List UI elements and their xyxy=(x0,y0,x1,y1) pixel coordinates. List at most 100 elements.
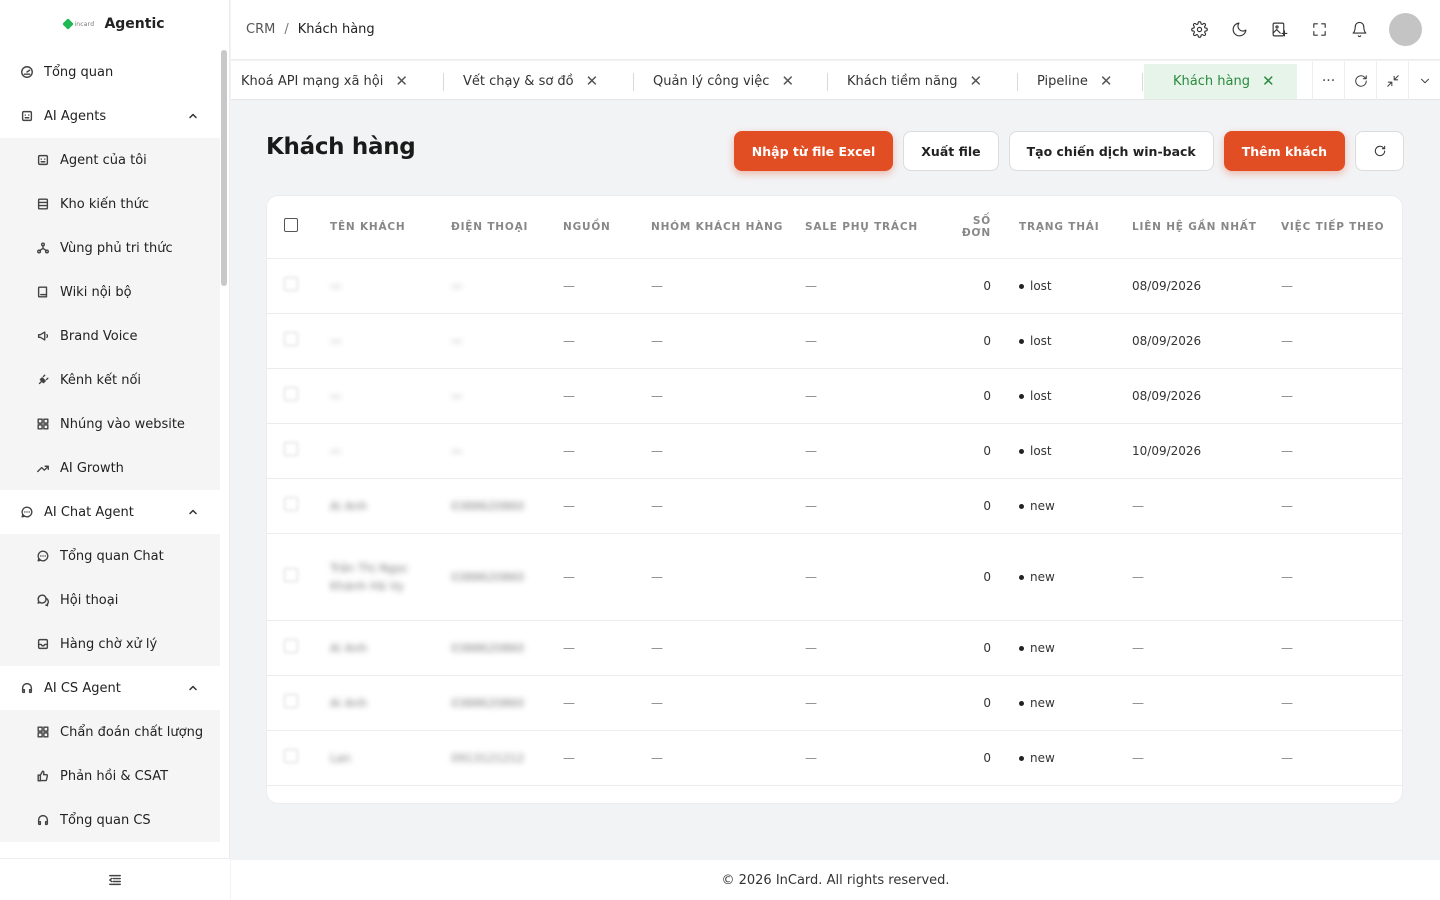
collapse-sidebar-button[interactable] xyxy=(0,858,230,900)
sidebar-group-ai-cs-agent[interactable]: AI CS Agent xyxy=(0,666,220,710)
sidebar-item-phan-hoi-csat[interactable]: Phản hồi & CSAT xyxy=(0,754,220,798)
import-excel-button[interactable]: Nhập từ file Excel xyxy=(733,131,894,171)
row-checkbox[interactable] xyxy=(284,568,298,582)
close-tab-icon[interactable]: ✕ xyxy=(395,74,408,89)
close-tab-icon[interactable]: ✕ xyxy=(1262,74,1275,89)
column-header[interactable]: Tên khách xyxy=(330,196,451,259)
sidebar-item-kho-kien-thuc[interactable]: Kho kiến thức xyxy=(0,182,220,226)
table-row[interactable]: Ai Anh 0388620860— — —0 new — — xyxy=(267,478,1402,534)
table-row[interactable]: — — — — —0 lost 08/09/2026— xyxy=(267,368,1402,424)
phone-cell: — xyxy=(451,423,563,479)
tab-0[interactable]: Khoá API mạng xã hội ✕ xyxy=(231,64,422,99)
last-contact-cell: — xyxy=(1132,730,1281,786)
sidebar-item-hoi-thoai[interactable]: Hội thoại xyxy=(0,578,220,622)
status-badge: lost xyxy=(1019,444,1052,458)
sidebar-item-label: AI Growth xyxy=(60,460,124,476)
column-header[interactable]: Việc tiếp theo xyxy=(1281,196,1402,259)
tab-3[interactable]: Khách tiềm năng ✕ xyxy=(837,64,996,99)
sidebar-item-tong-quan-chat[interactable]: Tổng quan Chat xyxy=(0,534,220,578)
sidebar-scrollbar[interactable] xyxy=(221,50,227,286)
column-header[interactable]: Liên hệ gần nhất xyxy=(1132,196,1281,259)
close-tab-icon[interactable]: ✕ xyxy=(586,74,599,89)
column-header[interactable]: Nhóm khách hàng xyxy=(651,196,805,259)
row-checkbox[interactable] xyxy=(284,277,298,291)
sidebar-item-agent-cua-toi[interactable]: Agent của tôi xyxy=(0,138,220,182)
row-checkbox[interactable] xyxy=(284,639,298,653)
customer-name-cell[interactable]: Ai Anh xyxy=(330,478,451,534)
sidebar-item-kenh-ket-noi[interactable]: Kênh kết nối xyxy=(0,358,220,402)
export-file-button[interactable]: Xuất file xyxy=(903,131,999,171)
next-task-cell: — xyxy=(1281,533,1402,621)
fullscreen-icon[interactable] xyxy=(1309,20,1329,40)
tab-label: Khách hàng xyxy=(1173,74,1250,89)
table-row[interactable]: Lan 0913121212— — —0 new — — xyxy=(267,730,1402,786)
row-checkbox[interactable] xyxy=(284,387,298,401)
table-row[interactable]: Ai Anh 0388620860— — —0 new — — xyxy=(267,620,1402,676)
collapse-tab-button[interactable] xyxy=(1376,61,1408,100)
chevron-up-icon[interactable] xyxy=(186,681,200,695)
sidebar-item-vung-phu-tri-thuc[interactable]: Vùng phủ tri thức xyxy=(0,226,220,270)
add-customer-button[interactable]: Thêm khách xyxy=(1223,131,1345,171)
settings-gear-icon[interactable] xyxy=(1189,20,1209,40)
column-header[interactable]: Nguồn xyxy=(563,196,651,259)
customer-name-cell[interactable]: Lan xyxy=(330,730,451,786)
table-row[interactable]: — — — — —0 lost 10/09/2026— xyxy=(267,423,1402,479)
notification-bell-icon[interactable] xyxy=(1349,20,1369,40)
sidebar-group-ai-chat-agent[interactable]: AI Chat Agent xyxy=(0,490,220,534)
customer-name-cell[interactable]: — xyxy=(330,368,451,424)
tab-1[interactable]: Vết chạy & sơ đồ ✕ xyxy=(453,64,612,99)
row-checkbox[interactable] xyxy=(284,332,298,346)
customer-name-cell[interactable]: — xyxy=(330,313,451,369)
customer-name-cell[interactable]: Ai Anh xyxy=(330,675,451,731)
sidebar-item-hang-cho-xu-ly[interactable]: Hàng chờ xử lý xyxy=(0,622,220,666)
reload-tab-button[interactable] xyxy=(1344,61,1376,100)
sidebar-item-wiki-noi-bo[interactable]: Wiki nội bộ xyxy=(0,270,220,314)
sidebar-item-chan-doan-chat-luong[interactable]: Chẩn đoán chất lượng xyxy=(0,710,220,754)
column-header[interactable]: Sale phụ trách xyxy=(805,196,942,259)
table-row[interactable]: — — — — —0 lost 08/09/2026— xyxy=(267,258,1402,314)
sidebar-item-label: Agent của tôi xyxy=(60,152,147,168)
add-image-icon[interactable] xyxy=(1269,20,1289,40)
sidebar-item-tong-quan-cs[interactable]: Tổng quan CS xyxy=(0,798,220,842)
close-tab-icon[interactable]: ✕ xyxy=(969,74,982,89)
row-checkbox[interactable] xyxy=(284,497,298,511)
column-header[interactable]: Trạng thái xyxy=(1019,196,1132,259)
sidebar-item-tong-quan[interactable]: Tổng quan xyxy=(0,50,220,94)
brand-logo: incard xyxy=(62,18,96,30)
brand[interactable]: incard Agentic xyxy=(0,0,229,48)
tab-label: Vết chạy & sơ đồ xyxy=(463,74,574,89)
chevron-up-icon[interactable] xyxy=(186,109,200,123)
tab-2[interactable]: Quản lý công việc ✕ xyxy=(643,64,808,99)
tab-5[interactable]: Khách hàng ✕ xyxy=(1144,64,1297,99)
refresh-button[interactable] xyxy=(1355,131,1404,171)
table-row[interactable]: — — — — —0 lost 08/09/2026— xyxy=(267,313,1402,369)
close-tab-icon[interactable]: ✕ xyxy=(1100,74,1113,89)
row-checkbox[interactable] xyxy=(284,694,298,708)
customer-name-cell[interactable]: Trần Thị Ngọc Khánh Hà Vy xyxy=(330,533,451,621)
table-row[interactable]: Trần Thị Ngọc Khánh Hà Vy 0388620860— — —0 n… xyxy=(267,533,1402,621)
table-row[interactable]: Ai Anh 0388620860— — —0 new — — xyxy=(267,675,1402,731)
create-winback-campaign-button[interactable]: Tạo chiến dịch win-back xyxy=(1008,131,1214,171)
select-all-checkbox[interactable] xyxy=(284,218,298,233)
row-checkbox[interactable] xyxy=(284,749,298,763)
column-header[interactable]: Số đơn xyxy=(942,196,1019,259)
tab-4[interactable]: Pipeline ✕ xyxy=(1027,64,1126,99)
user-avatar[interactable] xyxy=(1389,13,1422,46)
sidebar-item-nhung-vao-website[interactable]: Nhúng vào website xyxy=(0,402,220,446)
sidebar-item-brand-voice[interactable]: Brand Voice xyxy=(0,314,220,358)
source-cell: — xyxy=(563,258,651,314)
customer-name-cell[interactable]: — xyxy=(330,423,451,479)
breadcrumb-root[interactable]: CRM xyxy=(246,22,275,37)
close-tab-icon[interactable]: ✕ xyxy=(781,74,794,89)
order-count-cell: 0 xyxy=(942,368,1019,424)
customer-name-cell[interactable]: Ai Anh xyxy=(330,620,451,676)
sidebar-group-ai-agents[interactable]: AI Agents xyxy=(0,94,220,138)
tab-dropdown-button[interactable] xyxy=(1408,61,1440,100)
sidebar-item-ai-growth[interactable]: AI Growth xyxy=(0,446,220,490)
more-tabs-button[interactable]: ··· xyxy=(1312,61,1344,100)
customer-name-cell[interactable]: — xyxy=(330,258,451,314)
column-header[interactable]: Điện thoại xyxy=(451,196,563,259)
chevron-up-icon[interactable] xyxy=(186,505,200,519)
dark-mode-moon-icon[interactable] xyxy=(1229,20,1249,40)
row-checkbox[interactable] xyxy=(284,442,298,456)
